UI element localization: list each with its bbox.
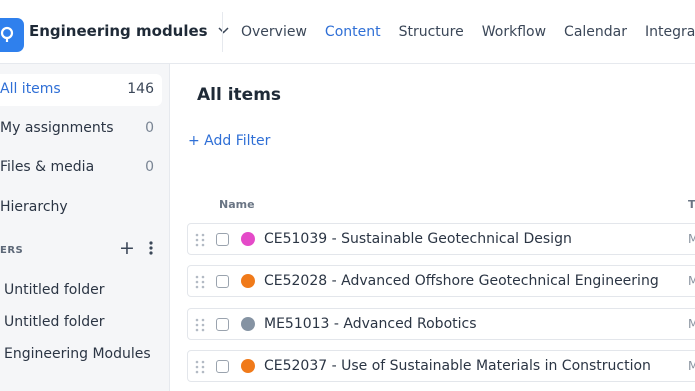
row-title[interactable]: CE52037 - Use of Sustainable Materials i…	[264, 358, 651, 374]
nav-workflow[interactable]: Workflow	[482, 24, 546, 40]
status-dot	[241, 232, 255, 246]
page-title: All items	[197, 85, 282, 105]
add-folder-button[interactable]: +	[119, 237, 135, 259]
drag-handle-icon[interactable]	[195, 360, 205, 374]
table-row[interactable]: CE52037 - Use of Sustainable Materials i…	[187, 350, 695, 382]
header-divider	[222, 12, 223, 52]
sidebar-item-label: My assignments	[0, 120, 114, 136]
logo-icon	[0, 26, 14, 42]
add-filter-button[interactable]: + Add Filter	[188, 133, 270, 149]
app-logo[interactable]	[0, 18, 24, 52]
drag-handle-icon[interactable]	[195, 275, 205, 289]
sidebar-item-files-media[interactable]: Files & media 0	[0, 152, 162, 184]
sidebar-item-label: Files & media	[0, 159, 95, 175]
folder-item[interactable]: Engineering Modules	[4, 346, 151, 362]
table-row[interactable]: ME51013 - Advanced Robotics M	[187, 308, 695, 340]
row-title[interactable]: CE51039 - Sustainable Geotechnical Desig…	[264, 231, 572, 247]
row-title[interactable]: CE52028 - Advanced Offshore Geotechnical…	[264, 273, 659, 289]
row-type-cell: M	[688, 232, 695, 246]
row-checkbox[interactable]	[216, 360, 229, 373]
status-dot	[241, 359, 255, 373]
top-bar: Engineering modules Overview Content Str…	[0, 0, 695, 64]
project-name: Engineering modules	[29, 22, 208, 40]
sidebar-item-label: All items	[0, 81, 61, 97]
nav-calendar[interactable]: Calendar	[564, 24, 627, 40]
nav-integrations[interactable]: Integrations	[645, 24, 695, 40]
project-switcher[interactable]: Engineering modules	[29, 22, 229, 40]
main-nav: Overview Content Structure Workflow Cale…	[241, 24, 695, 40]
sidebar-item-my-assignments[interactable]: My assignments 0	[0, 113, 162, 145]
sidebar-item-all-items[interactable]: All items 146	[0, 74, 162, 106]
row-title[interactable]: ME51013 - Advanced Robotics	[264, 316, 477, 332]
table-row[interactable]: CE51039 - Sustainable Geotechnical Desig…	[187, 223, 695, 255]
sidebar-item-count: 0	[145, 159, 154, 175]
chevron-down-icon	[218, 27, 229, 34]
row-type-cell: M	[688, 317, 695, 331]
folder-item[interactable]: Untitled folder	[4, 314, 104, 330]
column-header-name[interactable]: Name	[219, 198, 255, 211]
nav-overview[interactable]: Overview	[241, 24, 307, 40]
row-checkbox[interactable]	[216, 275, 229, 288]
row-type-cell: M	[688, 274, 695, 288]
sidebar-item-count: 0	[145, 120, 154, 136]
drag-handle-icon[interactable]	[195, 233, 205, 247]
sidebar-item-hierarchy[interactable]: Hierarchy	[0, 192, 162, 224]
status-dot	[241, 317, 255, 331]
folders-section-label: ERS	[0, 245, 24, 256]
sidebar: All items 146 My assignments 0 Files & m…	[0, 64, 170, 391]
drag-handle-icon[interactable]	[195, 318, 205, 332]
more-options-icon[interactable]	[149, 241, 153, 255]
nav-content[interactable]: Content	[325, 24, 381, 40]
sidebar-item-count: 146	[127, 81, 154, 97]
row-type-cell: M	[688, 359, 695, 373]
sidebar-item-label: Hierarchy	[0, 199, 68, 215]
row-checkbox[interactable]	[216, 233, 229, 246]
row-checkbox[interactable]	[216, 318, 229, 331]
folder-item[interactable]: Untitled folder	[4, 282, 104, 298]
nav-structure[interactable]: Structure	[399, 24, 464, 40]
table-row[interactable]: CE52028 - Advanced Offshore Geotechnical…	[187, 265, 695, 297]
column-header-type[interactable]: T	[688, 198, 695, 211]
status-dot	[241, 274, 255, 288]
